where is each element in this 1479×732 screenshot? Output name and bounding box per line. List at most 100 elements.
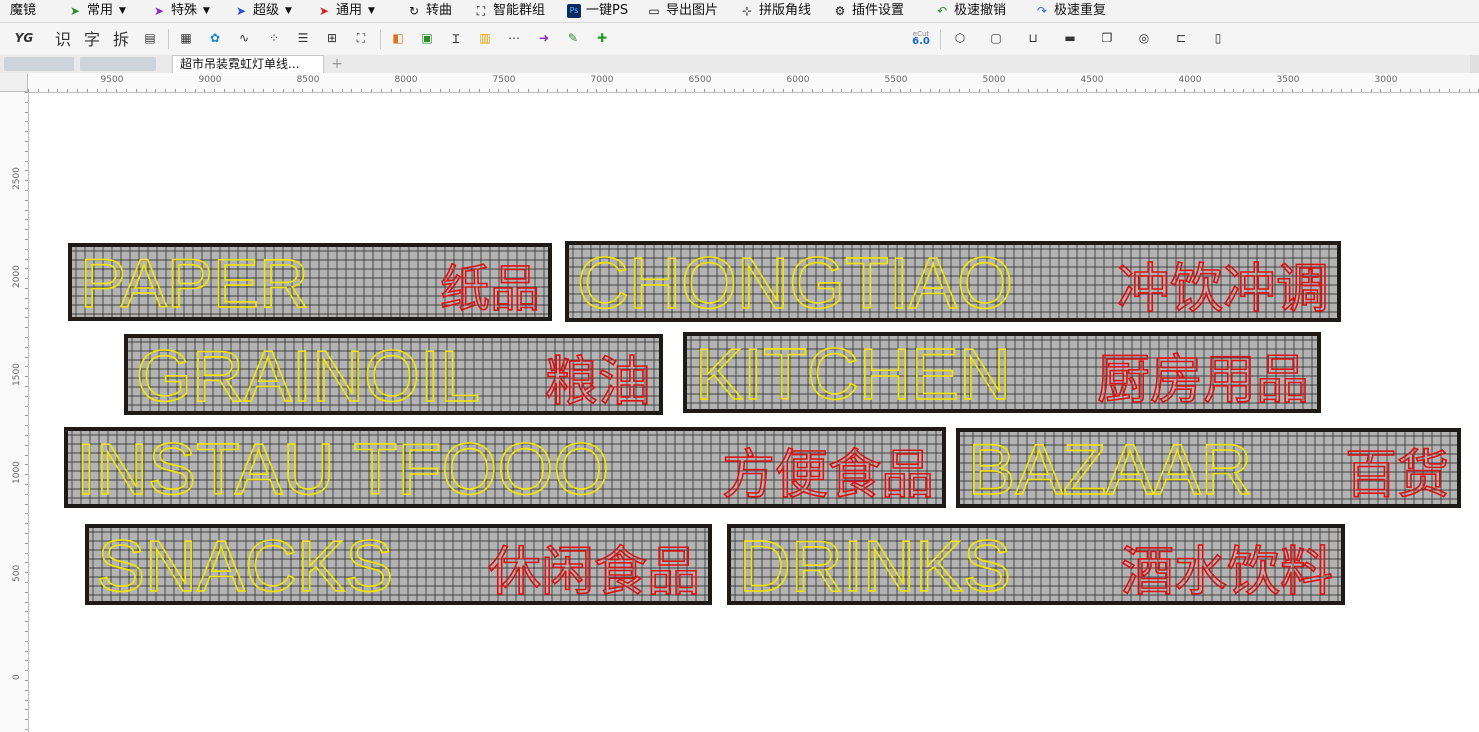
text-button[interactable]: 字 bbox=[82, 28, 102, 49]
menu-daochutupian[interactable]: ▭ 导出图片 bbox=[647, 0, 718, 22]
yg-button[interactable]: YG bbox=[14, 28, 34, 48]
ruler-tick bbox=[351, 89, 353, 92]
ruler-label: 500 bbox=[12, 564, 22, 582]
frame-icon[interactable]: ▢ bbox=[986, 28, 1006, 48]
ruler-tick bbox=[292, 89, 294, 92]
ruler-corner[interactable] bbox=[0, 73, 28, 92]
ruler-tick bbox=[1204, 89, 1205, 92]
menu-jisuchexiao[interactable]: ↶ 极速撤销 bbox=[935, 0, 1006, 22]
list-icon[interactable]: ▥ bbox=[475, 28, 495, 48]
puzzle-icon[interactable]: ✚ bbox=[592, 28, 612, 48]
ecut-badge[interactable]: eCut 6.0 bbox=[911, 28, 931, 48]
vertical-ruler[interactable]: 2500 2000 1500 1000 500 0 bbox=[0, 92, 29, 732]
english-outline-text: BAZAAR bbox=[968, 432, 1252, 504]
chinese-outline-text: 百货 bbox=[1345, 445, 1449, 504]
ruler-tick bbox=[763, 89, 764, 92]
ruler-tick bbox=[25, 513, 28, 515]
ruler-tick bbox=[25, 209, 28, 211]
select-icon[interactable]: ⛶ bbox=[351, 28, 371, 48]
menu-pinbanjiaoxian[interactable]: ⊹ 拼版角线 bbox=[740, 0, 811, 22]
ruler-tick bbox=[25, 268, 28, 270]
ruler-tick bbox=[67, 89, 69, 92]
table-icon[interactable]: ▦ bbox=[176, 28, 196, 48]
ruler-tick bbox=[25, 356, 28, 358]
sign-snacks[interactable]: SNACKS 休闲食品 bbox=[85, 524, 712, 605]
wave-icon[interactable]: ∿ bbox=[234, 28, 254, 48]
sign-kitchen[interactable]: KITCHEN 厨房用品 bbox=[683, 332, 1321, 413]
text-label: 字 bbox=[83, 30, 100, 49]
sign-instant-food[interactable]: INSTAU TFOOO 方便食品 bbox=[64, 427, 946, 508]
sign-chongtiao[interactable]: CHONGTIAO 冲饮冲调 bbox=[565, 241, 1341, 322]
sign-paper[interactable]: PAPER 纸品 bbox=[68, 243, 552, 321]
menu-yijianps[interactable]: Ps 一键PS bbox=[567, 0, 628, 22]
nodes-icon[interactable]: ⁘ bbox=[264, 28, 284, 48]
ruler-tick bbox=[645, 89, 647, 92]
ruler-tick bbox=[900, 89, 902, 92]
ruler-tick bbox=[25, 150, 28, 152]
tab-active-document[interactable]: 超市吊装霓虹灯单线... bbox=[172, 55, 324, 73]
ruler-tick bbox=[1341, 89, 1343, 92]
ruler-tick bbox=[527, 89, 529, 92]
sign-panel: DRINKS 酒水饮料 bbox=[731, 528, 1341, 601]
layers-icon[interactable]: ◧ bbox=[388, 28, 408, 48]
flower-icon[interactable]: ✿ bbox=[205, 28, 225, 48]
ruler-tick bbox=[25, 552, 28, 554]
sign-artwork: INSTAU TFOOO 方便食品 bbox=[68, 431, 942, 504]
stack-icon[interactable]: ❐ bbox=[1097, 28, 1117, 48]
ruler-tick bbox=[1076, 89, 1078, 92]
menu-jisuchongfu[interactable]: ↷ 极速重复 bbox=[1035, 0, 1106, 22]
ruler-tick bbox=[390, 89, 392, 92]
ruler-tick bbox=[861, 89, 862, 92]
measure-icon[interactable]: ⊔ bbox=[1023, 28, 1043, 48]
menu-mojing[interactable]: 魔镜 bbox=[10, 0, 36, 22]
copy-icon[interactable]: ▤ bbox=[140, 28, 160, 48]
shape-icon[interactable]: ⬡ bbox=[950, 28, 970, 48]
ruler-tick bbox=[25, 415, 28, 417]
yg-label: YG bbox=[14, 31, 34, 45]
ruler-tick bbox=[25, 729, 28, 730]
panel-icon[interactable]: ▯ bbox=[1208, 28, 1228, 48]
blurred-tab[interactable] bbox=[80, 57, 156, 71]
menu-chaoji[interactable]: ➤ 超级 ▼ bbox=[234, 0, 292, 22]
align-icon[interactable]: ⊏ bbox=[1171, 28, 1191, 48]
ruler-tick bbox=[25, 670, 28, 672]
arrange-icon[interactable]: ⊞ bbox=[322, 28, 342, 48]
ps-icon: Ps bbox=[567, 4, 581, 18]
menu-chajianshezhi[interactable]: ⚙ 插件设置 bbox=[833, 0, 904, 22]
blurred-tab[interactable] bbox=[4, 57, 74, 71]
bar-icon[interactable]: ▬ bbox=[1060, 28, 1080, 48]
picture-icon[interactable]: ▣ bbox=[417, 28, 437, 48]
ruler-tick bbox=[106, 89, 108, 92]
add-tab-button[interactable]: + bbox=[327, 55, 347, 73]
ruler-tick bbox=[361, 89, 363, 92]
sign-grainoil[interactable]: GRAINOIL 粮油 bbox=[124, 334, 663, 415]
text-size-icon[interactable]: Ɪ bbox=[446, 28, 466, 48]
sign-bazaar[interactable]: BAZAAR 百货 bbox=[956, 428, 1461, 508]
menu-zhinengqunzu[interactable]: ⛶ 智能群组 bbox=[474, 0, 545, 22]
ruler-tick bbox=[1223, 89, 1225, 92]
ruler-tick bbox=[25, 121, 28, 123]
lines-icon[interactable]: ☰ bbox=[293, 28, 313, 48]
ruler-tick bbox=[674, 89, 676, 92]
ruler-tick bbox=[959, 89, 960, 92]
ruler-tick bbox=[1292, 89, 1294, 92]
ruler-tick bbox=[25, 180, 28, 182]
target-icon[interactable]: ◎ bbox=[1134, 28, 1154, 48]
menu-zhuanqu[interactable]: ↻ 转曲 bbox=[407, 0, 452, 22]
ruler-tick bbox=[939, 89, 941, 92]
recognize-button[interactable]: 识 bbox=[53, 28, 73, 49]
sign-drinks[interactable]: DRINKS 酒水饮料 bbox=[727, 524, 1345, 605]
dots-icon[interactable]: ⋯ bbox=[504, 28, 524, 48]
ruler-tick bbox=[25, 680, 28, 681]
chevron-down-icon: ▼ bbox=[285, 6, 292, 16]
menu-changyong[interactable]: ➤ 常用 ▼ bbox=[68, 0, 126, 22]
brush-icon[interactable]: ✎ bbox=[563, 28, 583, 48]
arrow-purple-icon[interactable]: ➜ bbox=[534, 28, 554, 48]
horizontal-ruler[interactable]: 9500 9000 8500 8000 7500 7000 6500 6000 5500 5000… bbox=[28, 73, 1479, 93]
drawing-canvas[interactable]: PAPER 纸品 CHONGTIAO 冲饮冲调 GRAINOIL 粮油 KITCHEN… bbox=[29, 93, 1479, 732]
menu-tongyong[interactable]: ➤ 通用 ▼ bbox=[317, 0, 375, 22]
split-button[interactable]: 拆 bbox=[111, 28, 131, 49]
ruler-tick bbox=[596, 89, 598, 92]
ruler-tick bbox=[655, 89, 657, 92]
menu-teshu[interactable]: ➤ 特殊 ▼ bbox=[152, 0, 210, 22]
